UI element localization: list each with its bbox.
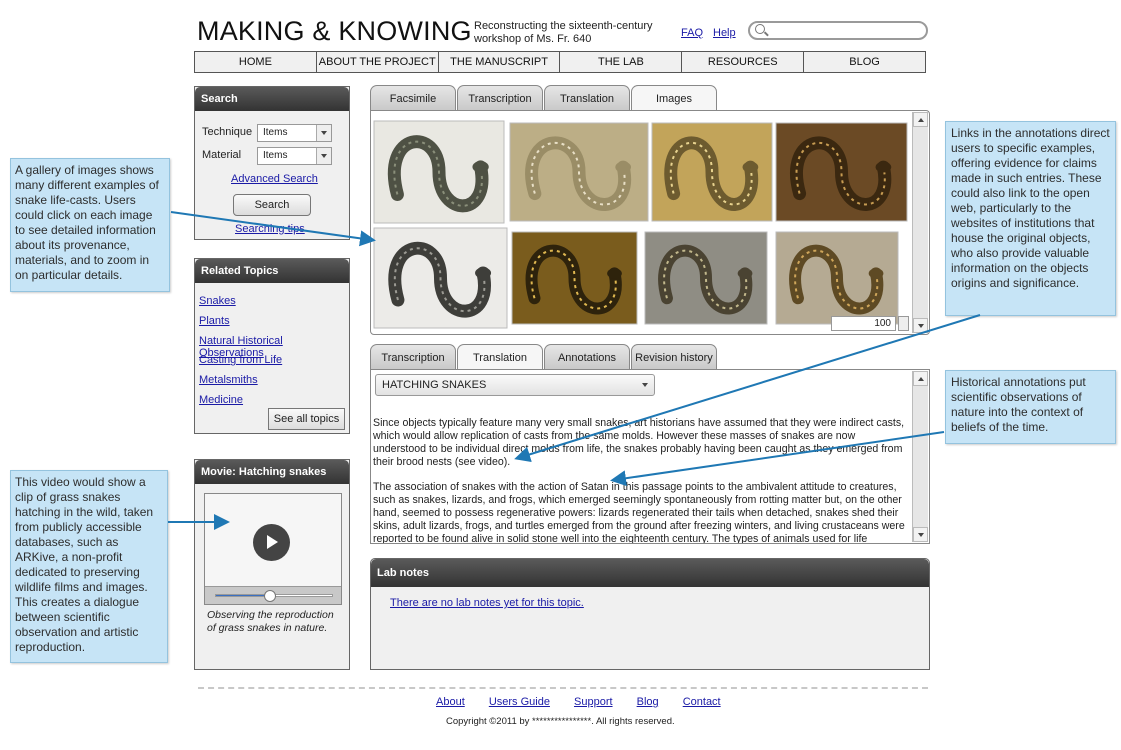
topic-link-snakes[interactable]: Snakes (199, 295, 349, 315)
technique-label: Technique (202, 126, 253, 138)
callout-video: This video would show a clip of grass sn… (10, 470, 168, 663)
footer-link-about[interactable]: About (436, 696, 465, 708)
nav-the-lab[interactable]: THE LAB (560, 52, 683, 72)
images-tab-strip: Facsimile Transcription Translation Imag… (370, 85, 718, 112)
tab-translation[interactable]: Translation (544, 85, 630, 111)
tab-annotations[interactable]: Annotations (544, 344, 630, 370)
text-tab-strip: Transcription Translation Annotations Re… (370, 344, 718, 371)
paragraph: The association of snakes with the actio… (373, 481, 905, 544)
gallery-thumbnail[interactable] (373, 227, 508, 329)
help-link[interactable]: Help (713, 27, 736, 39)
tab-facsimile[interactable]: Facsimile (370, 85, 456, 111)
translation-panel: HATCHING SNAKES Since objects typically … (370, 369, 930, 544)
nav-resources[interactable]: RESOURCES (682, 52, 805, 72)
gallery-thumbnail[interactable] (511, 231, 638, 325)
faq-link[interactable]: FAQ (681, 27, 703, 39)
nav-the-manuscript[interactable]: THE MANUSCRIPT (439, 52, 561, 72)
video-player[interactable] (204, 493, 342, 605)
chevron-down-icon[interactable] (316, 125, 331, 141)
movie-title: Movie: Hatching snakes (195, 460, 349, 484)
search-panel-title: Search (195, 87, 349, 111)
nav-home[interactable]: HOME (195, 52, 317, 72)
topic-link-natural-historical-observations[interactable]: Natural Historical Observations (199, 335, 349, 359)
translation-text: Since objects typically feature many ver… (373, 417, 907, 544)
tab-revision-history[interactable]: Revision history (631, 344, 717, 370)
video-controls (205, 586, 341, 604)
lab-notes-title: Lab notes (371, 559, 929, 587)
image-gallery: 100 (370, 110, 930, 335)
nav-about-the-project[interactable]: ABOUT THE PROJECT (317, 52, 439, 72)
gallery-thumbnail[interactable] (373, 120, 505, 224)
callout-gallery: A gallery of images shows many different… (10, 158, 170, 292)
footer-link-support[interactable]: Support (574, 696, 613, 708)
topic-link-metalsmiths[interactable]: Metalsmiths (199, 374, 349, 394)
chevron-down-icon[interactable] (642, 383, 648, 387)
related-topics-title: Related Topics (195, 259, 349, 283)
search-panel: Search Technique Items Material Items Ad… (194, 86, 350, 240)
site-title[interactable]: MAKING & KNOWING (197, 16, 472, 47)
material-select-value: Items (263, 150, 288, 161)
gallery-thumbnail[interactable] (775, 231, 899, 325)
tab-text-transcription[interactable]: Transcription (370, 344, 456, 370)
scroll-up-icon[interactable] (913, 112, 928, 127)
search-icon (755, 24, 765, 34)
tab-text-translation[interactable]: Translation (457, 344, 543, 371)
chevron-down-icon[interactable] (316, 148, 331, 164)
paragraph: Since objects typically feature many ver… (373, 417, 905, 468)
footer-link-users-guide[interactable]: Users Guide (489, 696, 550, 708)
footer-link-blog[interactable]: Blog (637, 696, 659, 708)
search-button[interactable]: Search (233, 194, 311, 216)
footer-links: About Users Guide Support Blog Contact (436, 696, 742, 708)
footer-link-contact[interactable]: Contact (683, 696, 721, 708)
tab-transcription[interactable]: Transcription (457, 85, 543, 111)
play-icon[interactable] (253, 524, 290, 561)
material-label: Material (202, 149, 242, 161)
gallery-thumbnails (373, 120, 908, 329)
related-topics-list: Snakes Plants Natural Historical Observa… (199, 295, 349, 414)
technique-select[interactable]: Items (257, 124, 332, 142)
scroll-up-icon[interactable] (913, 371, 928, 386)
lab-notes-panel: Lab notes There are no lab notes yet for… (370, 558, 930, 670)
movie-panel: Movie: Hatching snakes Observing the rep… (194, 459, 350, 670)
gallery-thumbnail[interactable] (651, 122, 773, 222)
scroll-down-icon[interactable] (913, 527, 928, 542)
topic-select-value: HATCHING SNAKES (382, 379, 487, 391)
video-caption: Observing the reproduction of grass snak… (207, 609, 334, 634)
gallery-thumbnail[interactable] (644, 231, 768, 325)
gallery-thumbnail[interactable] (509, 122, 649, 222)
advanced-search-link[interactable]: Advanced Search (231, 173, 318, 185)
callout-annotations: Historical annotations put scientific ob… (945, 370, 1116, 444)
text-scrollbar[interactable] (912, 371, 928, 542)
callout-links: Links in the annotations direct users to… (945, 121, 1116, 316)
gallery-scrollbar[interactable] (912, 112, 928, 333)
topic-select[interactable]: HATCHING SNAKES (375, 374, 655, 396)
scroll-down-icon[interactable] (913, 318, 928, 333)
copyright: Copyright ©2011 by ****************. All… (446, 716, 675, 727)
technique-select-value: Items (263, 127, 288, 138)
footer-divider (198, 687, 928, 689)
searching-tips-link[interactable]: Searching tips (235, 223, 305, 235)
video-progress (216, 595, 270, 596)
site-search-input[interactable] (748, 21, 928, 40)
related-topics-panel: Related Topics Snakes Plants Natural His… (194, 258, 350, 434)
gallery-thumbnail[interactable] (775, 122, 908, 222)
nav-blog[interactable]: BLOG (804, 52, 925, 72)
video-scrubber[interactable] (215, 590, 333, 602)
site-subtitle: Reconstructing the sixteenth-century wor… (474, 20, 653, 45)
zoom-input[interactable]: 100 (831, 316, 896, 331)
video-scrubber-handle[interactable] (264, 590, 277, 602)
lab-notes-empty-link[interactable]: There are no lab notes yet for this topi… (390, 597, 584, 609)
main-nav: HOME ABOUT THE PROJECT THE MANUSCRIPT TH… (194, 51, 926, 73)
zoom-stepper[interactable] (898, 316, 909, 331)
tab-images[interactable]: Images (631, 85, 717, 112)
see-all-topics-button[interactable]: See all topics (268, 408, 345, 430)
material-select[interactable]: Items (257, 147, 332, 165)
topic-link-plants[interactable]: Plants (199, 315, 349, 335)
topic-link-casting-from-life[interactable]: Casting from Life (199, 354, 349, 374)
